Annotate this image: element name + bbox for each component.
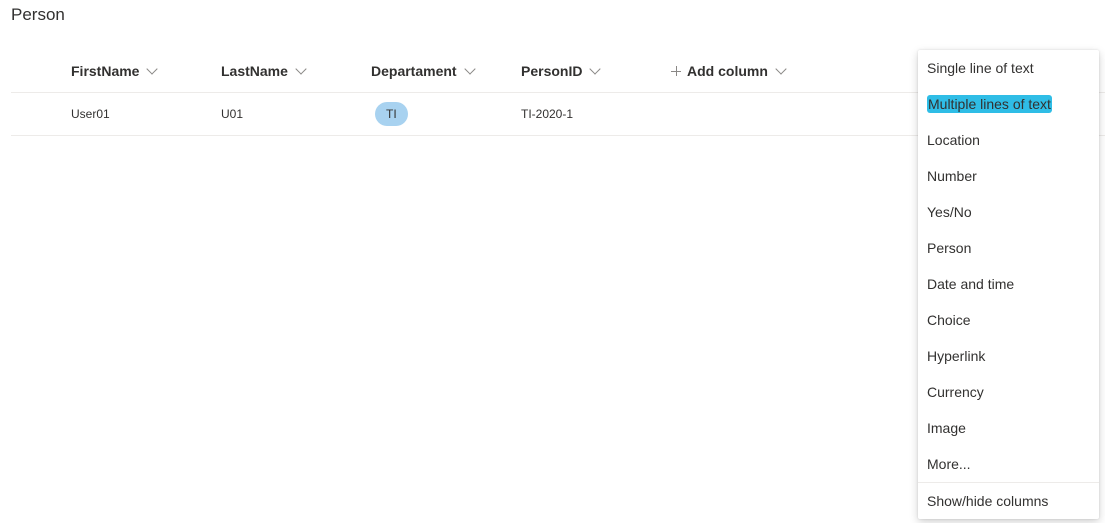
column-header-label: Departament — [371, 63, 457, 79]
column-header-departament[interactable]: Departament — [371, 50, 476, 92]
menu-item-label: Currency — [927, 384, 984, 400]
menu-item-date-and-time[interactable]: Date and time — [918, 266, 1099, 302]
menu-item-label: More... — [927, 456, 971, 472]
column-header-firstname[interactable]: FirstName — [71, 50, 159, 92]
menu-item-label: Image — [927, 420, 966, 436]
menu-item-image[interactable]: Image — [918, 410, 1099, 446]
cell-departament: TI — [375, 92, 408, 135]
chevron-down-icon — [295, 62, 307, 75]
menu-item-hyperlink[interactable]: Hyperlink — [918, 338, 1099, 374]
list-view: Person FirstName LastName Departament Pe… — [0, 0, 1105, 523]
menu-item-label: Show/hide columns — [927, 493, 1049, 509]
column-header-label: FirstName — [71, 63, 140, 79]
cell-personid: TI-2020-1 — [521, 106, 574, 121]
column-header-label: LastName — [221, 63, 288, 79]
add-column-button[interactable]: Add column — [671, 50, 787, 92]
column-header-label: PersonID — [521, 63, 583, 79]
menu-item-label: Number — [927, 168, 977, 184]
menu-item-location[interactable]: Location — [918, 122, 1099, 158]
chevron-down-icon — [463, 62, 476, 75]
column-header-lastname[interactable]: LastName — [221, 50, 307, 92]
menu-item-choice[interactable]: Choice — [918, 302, 1099, 338]
menu-item-single-line-of-text[interactable]: Single line of text — [918, 50, 1099, 86]
menu-item-person[interactable]: Person — [918, 230, 1099, 266]
menu-item-label: Person — [927, 240, 972, 256]
department-pill[interactable]: TI — [375, 101, 408, 126]
menu-item-label: Choice — [927, 312, 971, 328]
menu-item-label: Single line of text — [927, 60, 1034, 76]
menu-item-currency[interactable]: Currency — [918, 374, 1099, 410]
menu-item-label: Multiple lines of text — [927, 95, 1052, 113]
menu-item-yes-no[interactable]: Yes/No — [918, 194, 1099, 230]
chevron-down-icon — [589, 62, 602, 75]
chevron-down-icon — [146, 62, 159, 75]
menu-item-more[interactable]: More... — [918, 446, 1099, 482]
menu-item-label: Location — [927, 132, 980, 148]
column-type-menu: Single line of text Multiple lines of te… — [918, 50, 1099, 519]
menu-item-label: Date and time — [927, 276, 1015, 292]
cell-lastname: U01 — [221, 106, 244, 121]
plus-icon — [671, 66, 681, 76]
cell-firstname: User01 — [71, 106, 110, 121]
menu-item-multiple-lines-of-text[interactable]: Multiple lines of text — [918, 86, 1099, 122]
chevron-down-icon — [775, 62, 787, 75]
add-column-label: Add column — [687, 63, 768, 79]
page-title: Person — [11, 5, 65, 24]
menu-item-label: Hyperlink — [927, 348, 986, 364]
menu-item-number[interactable]: Number — [918, 158, 1099, 194]
menu-item-show-hide-columns[interactable]: Show/hide columns — [918, 483, 1099, 519]
menu-item-label: Yes/No — [927, 204, 972, 220]
column-header-personid[interactable]: PersonID — [521, 50, 602, 92]
